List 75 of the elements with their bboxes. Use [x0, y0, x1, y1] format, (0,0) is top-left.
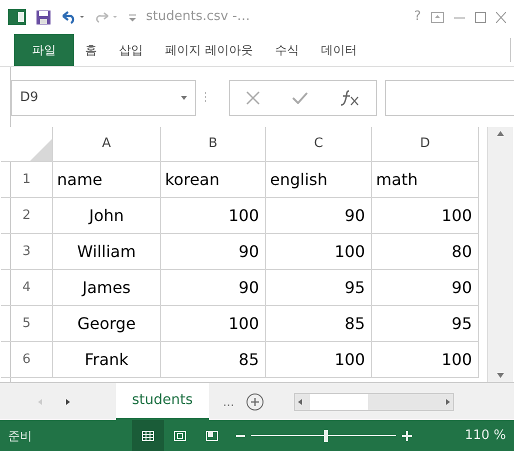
table-cell: 100 — [372, 342, 479, 377]
status-text: 준비 — [8, 428, 32, 444]
ribbon-tab[interactable]: 페이지 레이아웃 — [154, 34, 264, 66]
function-icon[interactable] — [340, 90, 360, 106]
ribbon-tab[interactable]: 삽입 — [108, 34, 154, 66]
horizontal-scrollbar[interactable] — [294, 392, 454, 410]
new-sheet-icon[interactable] — [246, 392, 264, 410]
table-cell: James — [53, 270, 161, 305]
table-cell: 90 — [161, 234, 266, 269]
scroll-down-icon[interactable] — [497, 373, 504, 378]
zoom-level[interactable]: 110 % — [464, 426, 506, 446]
close-icon[interactable] — [496, 12, 506, 22]
column-header[interactable]: C — [266, 127, 372, 161]
grid-icon — [141, 430, 155, 442]
table-cell: 100 — [161, 198, 266, 233]
cell-reference: D9 — [20, 89, 38, 108]
vertical-scrollbar[interactable] — [487, 127, 513, 382]
table-cell: 95 — [266, 270, 372, 305]
file-tab[interactable]: 파일 — [14, 34, 74, 66]
table-cell: name — [53, 162, 161, 197]
next-sheet-icon[interactable] — [66, 398, 70, 404]
ribbon-tab[interactable]: 데이터 — [310, 34, 368, 66]
ribbon-tab[interactable]: 수식 — [264, 34, 310, 66]
ribbon-display-icon[interactable] — [431, 12, 444, 22]
column-header[interactable]: B — [161, 127, 266, 161]
scroll-left-icon[interactable] — [298, 398, 302, 404]
table-cell: 100 — [266, 234, 372, 269]
row-header[interactable]: 1 — [1, 162, 53, 197]
table-cell: William — [53, 234, 161, 269]
table-cell: 100 — [266, 342, 372, 377]
table-cell: math — [372, 162, 479, 197]
scroll-up-icon[interactable] — [497, 131, 504, 136]
table-cell: 90 — [266, 198, 372, 233]
maximize-icon[interactable] — [475, 12, 486, 22]
checkmark-icon[interactable] — [292, 92, 308, 104]
dropdown-icon — [181, 96, 187, 100]
row-header[interactable]: 4 — [1, 270, 53, 305]
view-button[interactable] — [132, 420, 164, 451]
row-header[interactable]: 6 — [1, 342, 53, 377]
undo-icon[interactable] — [61, 10, 85, 24]
row-header[interactable]: 2 — [1, 198, 53, 233]
spreadsheet-logo-icon — [8, 9, 26, 25]
save-icon[interactable] — [36, 10, 51, 24]
zoom-in-icon[interactable] — [402, 430, 412, 440]
table-cell: John — [53, 198, 161, 233]
table-cell: korean — [161, 162, 266, 197]
cancel-icon[interactable] — [246, 91, 260, 105]
grip-icon — [204, 92, 207, 104]
sheet-tab[interactable]: students — [116, 383, 209, 420]
ribbon-tab[interactable]: 홈 — [74, 34, 108, 66]
table-cell: 95 — [372, 306, 479, 341]
table-cell: 100 — [161, 306, 266, 341]
table-cell: 90 — [161, 270, 266, 305]
row-header[interactable]: 3 — [1, 234, 53, 269]
table-cell: 85 — [161, 342, 266, 377]
row-header[interactable]: 5 — [1, 306, 53, 341]
zoom-slider[interactable] — [251, 428, 396, 442]
table-cell: 80 — [372, 234, 479, 269]
slider-thumb[interactable] — [324, 430, 328, 442]
table-cell: George — [53, 306, 161, 341]
table-cell: 85 — [266, 306, 372, 341]
table-cell: 100 — [372, 198, 479, 233]
customize-toolbar-icon[interactable] — [129, 12, 136, 22]
name-box[interactable]: D9 — [11, 80, 196, 116]
formula-input[interactable] — [385, 80, 514, 116]
table-cell: 90 — [372, 270, 479, 305]
page-icon — [205, 430, 219, 442]
window-title: students.csv -… — [146, 8, 250, 26]
scroll-right-icon[interactable] — [446, 398, 450, 404]
column-header[interactable]: D — [372, 127, 479, 161]
more-sheets-button[interactable]: ... — [222, 392, 234, 410]
table-cell: Frank — [53, 342, 161, 377]
table-cell: english — [266, 162, 372, 197]
column-header[interactable]: A — [53, 127, 161, 161]
page-icon — [173, 430, 187, 442]
